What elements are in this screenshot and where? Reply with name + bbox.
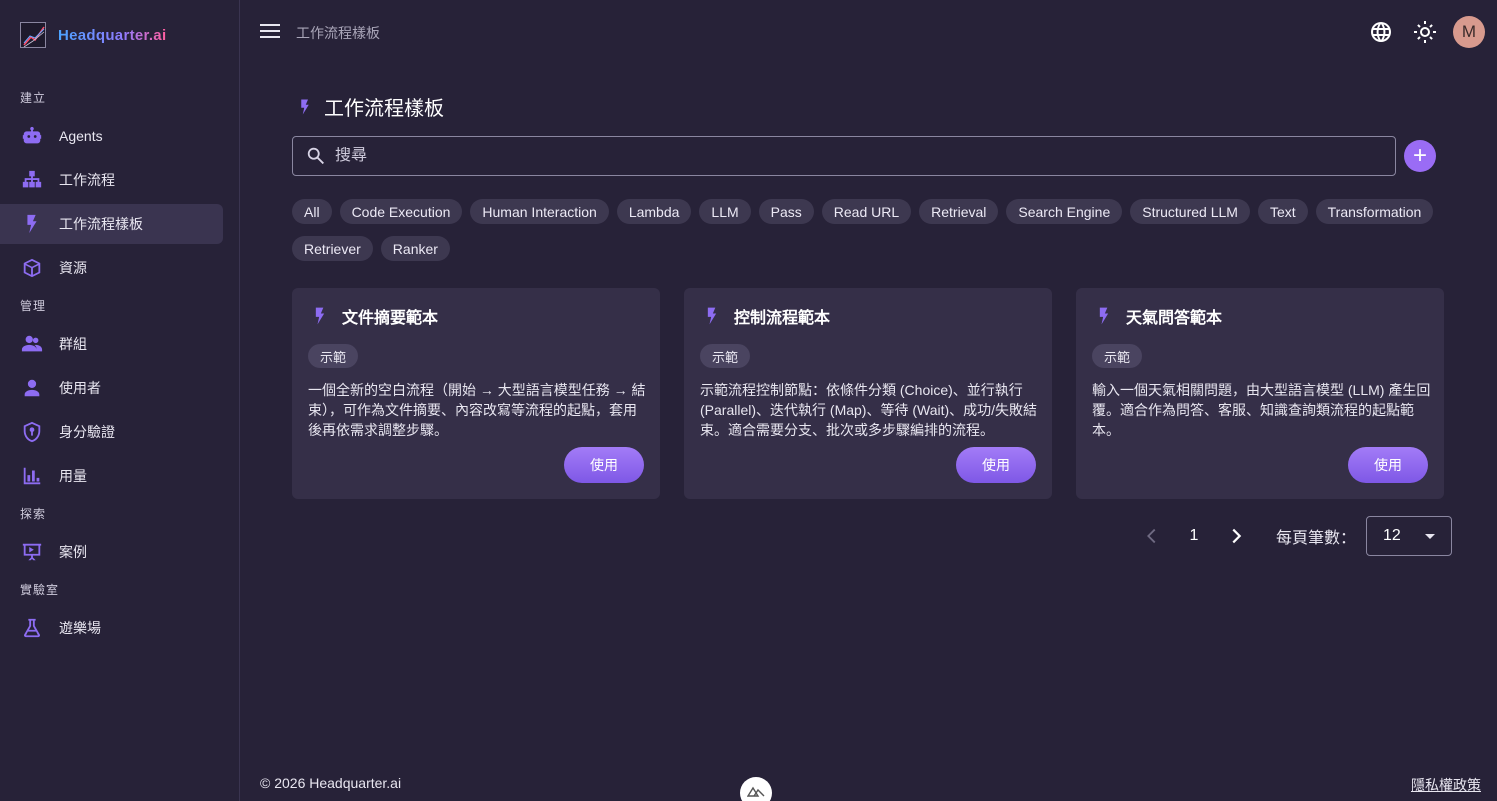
robot-icon bbox=[20, 124, 44, 148]
breadcrumb: 工作流程樣板 bbox=[296, 25, 380, 41]
filter-chip[interactable]: Search Engine bbox=[1006, 199, 1123, 224]
template-card: 文件摘要範本 示範 一個全新的空白流程（開始 → 大型語言模型任務 → 結束），… bbox=[292, 288, 660, 499]
sidebar-item-groups[interactable]: 群組 bbox=[0, 324, 223, 364]
card-description: 輸入一個天氣相關問題，由大型語言模型 (LLM) 產生回覆。適合作為問答、客服、… bbox=[1092, 382, 1431, 438]
page-title-text: 工作流程樣板 bbox=[324, 98, 444, 120]
sidebar-item-label: 案例 bbox=[59, 544, 87, 560]
privacy-policy-link[interactable]: 隱私權政策 bbox=[1411, 775, 1481, 795]
bolt-icon bbox=[707, 307, 717, 325]
sitemap-icon bbox=[20, 168, 44, 192]
sidebar-item-workflow-templates[interactable]: 工作流程樣板 bbox=[0, 204, 223, 244]
filter-chip[interactable]: All bbox=[292, 199, 332, 224]
filter-chip[interactable]: Human Interaction bbox=[470, 199, 609, 224]
next-page-button[interactable] bbox=[1224, 524, 1248, 548]
template-card: 天氣問答範本 示範 輸入一個天氣相關問題，由大型語言模型 (LLM) 產生回覆。… bbox=[1076, 288, 1444, 499]
app-name: Headquarter.ai bbox=[58, 26, 167, 44]
presentation-icon bbox=[20, 540, 44, 564]
sidebar: Headquarter.ai 建立 Agents 工作流程 工作流程樣板 資源 … bbox=[0, 0, 240, 801]
card-title: 天氣問答範本 bbox=[1126, 310, 1223, 327]
filter-chip[interactable]: Lambda bbox=[616, 199, 692, 224]
filter-chip[interactable]: Retrieval bbox=[919, 199, 999, 224]
theme-sun-icon[interactable] bbox=[1409, 16, 1441, 48]
per-page-label: 每頁筆數： bbox=[1276, 530, 1357, 547]
chevron-left-icon bbox=[1147, 528, 1156, 544]
sidebar-item-resources[interactable]: 資源 bbox=[0, 248, 223, 288]
sidebar-item-label: 使用者 bbox=[59, 380, 101, 396]
add-template-button[interactable]: + bbox=[1404, 140, 1436, 172]
app-logo[interactable]: Headquarter.ai bbox=[20, 22, 166, 48]
logo-icon bbox=[20, 22, 46, 48]
filter-chip[interactable]: Pass bbox=[758, 199, 814, 224]
bolt-icon bbox=[315, 307, 325, 325]
use-template-button[interactable]: 使用 bbox=[956, 447, 1036, 483]
user-icon bbox=[20, 376, 44, 400]
per-page-select[interactable]: 12 bbox=[1366, 516, 1453, 556]
card-title: 文件摘要範本 bbox=[342, 310, 439, 327]
card-description: 一個全新的空白流程（開始 → 大型語言模型任務 → 結束），可作為文件摘要、內容… bbox=[308, 382, 646, 438]
section-title-manage: 管理 bbox=[20, 299, 47, 313]
sidebar-item-agents[interactable]: Agents bbox=[0, 116, 223, 156]
search-field[interactable] bbox=[292, 136, 1396, 176]
sidebar-item-label: 工作流程 bbox=[59, 172, 115, 188]
filter-chip[interactable]: Text bbox=[1257, 199, 1308, 224]
sidebar-item-workflows[interactable]: 工作流程 bbox=[0, 160, 223, 200]
filter-chip[interactable]: Read URL bbox=[821, 199, 912, 224]
menu-icon[interactable] bbox=[258, 20, 282, 44]
avatar[interactable]: M bbox=[1453, 16, 1485, 48]
filter-chip[interactable]: Code Execution bbox=[339, 199, 463, 224]
sidebar-item-users[interactable]: 使用者 bbox=[0, 368, 223, 408]
per-page-value: 12 bbox=[1383, 527, 1401, 544]
use-template-button[interactable]: 使用 bbox=[564, 447, 644, 483]
template-cards: 文件摘要範本 示範 一個全新的空白流程（開始 → 大型語言模型任務 → 結束），… bbox=[292, 288, 1444, 499]
group-icon bbox=[20, 332, 44, 356]
sidebar-item-label: Agents bbox=[59, 128, 103, 144]
sidebar-item-label: 遊樂場 bbox=[59, 620, 101, 636]
caret-down-icon bbox=[1425, 533, 1436, 539]
filter-chip[interactable]: Retriever bbox=[292, 236, 373, 261]
sidebar-item-label: 工作流程樣板 bbox=[59, 216, 143, 232]
bolt-icon bbox=[20, 212, 44, 236]
cube-icon bbox=[20, 256, 44, 280]
bar-chart-icon bbox=[20, 464, 44, 488]
page-title: 工作流程樣板 bbox=[296, 92, 444, 121]
sidebar-item-authentication[interactable]: 身分驗證 bbox=[0, 412, 223, 452]
filter-chip[interactable]: Ranker bbox=[380, 236, 450, 261]
bolt-icon bbox=[1099, 307, 1109, 325]
card-badge: 示範 bbox=[1092, 344, 1143, 368]
card-title: 控制流程範本 bbox=[734, 310, 831, 327]
card-description: 示範流程控制節點：依條件分類 (Choice)、並行執行 (Parallel)、… bbox=[700, 382, 1038, 438]
sidebar-item-label: 用量 bbox=[59, 468, 87, 484]
sidebar-item-playground[interactable]: 遊樂場 bbox=[0, 608, 223, 648]
filter-chips: All Code Execution Human Interaction Lam… bbox=[292, 199, 1442, 261]
sidebar-item-label: 身分驗證 bbox=[59, 424, 115, 440]
flask-icon bbox=[20, 616, 44, 640]
bolt-icon bbox=[301, 99, 309, 114]
sidebar-item-label: 資源 bbox=[59, 260, 87, 276]
section-title-lab: 實驗室 bbox=[20, 583, 60, 597]
copyright: © 2026 Headquarter.ai bbox=[260, 775, 402, 791]
search-input[interactable] bbox=[335, 147, 1335, 165]
sidebar-item-cases[interactable]: 案例 bbox=[0, 532, 223, 572]
template-card: 控制流程範本 示範 示範流程控制節點：依條件分類 (Choice)、並行執行 (… bbox=[684, 288, 1052, 499]
language-globe-icon[interactable] bbox=[1365, 16, 1397, 48]
filter-chip[interactable]: Transformation bbox=[1315, 199, 1434, 224]
prev-page-button[interactable] bbox=[1140, 524, 1164, 548]
filter-chip[interactable]: LLM bbox=[699, 199, 751, 224]
shield-icon bbox=[20, 420, 44, 444]
search-icon bbox=[307, 147, 324, 165]
card-badge: 示範 bbox=[700, 344, 751, 368]
use-template-button[interactable]: 使用 bbox=[1348, 447, 1428, 483]
plus-icon: + bbox=[1412, 142, 1427, 169]
nuxt-logo-icon[interactable] bbox=[740, 777, 772, 801]
filter-chip[interactable]: Structured LLM bbox=[1130, 199, 1250, 224]
chevron-right-icon bbox=[1232, 528, 1242, 544]
pagination: 1 每頁筆數： 12 bbox=[1140, 516, 1453, 556]
card-badge: 示範 bbox=[308, 344, 359, 368]
current-page[interactable]: 1 bbox=[1184, 527, 1204, 545]
section-title-create: 建立 bbox=[20, 91, 47, 105]
top-bar: 工作流程樣板 M bbox=[240, 0, 1497, 64]
sidebar-item-usage[interactable]: 用量 bbox=[0, 456, 223, 496]
sidebar-item-label: 群組 bbox=[59, 336, 87, 352]
section-title-explore: 探索 bbox=[20, 507, 47, 521]
